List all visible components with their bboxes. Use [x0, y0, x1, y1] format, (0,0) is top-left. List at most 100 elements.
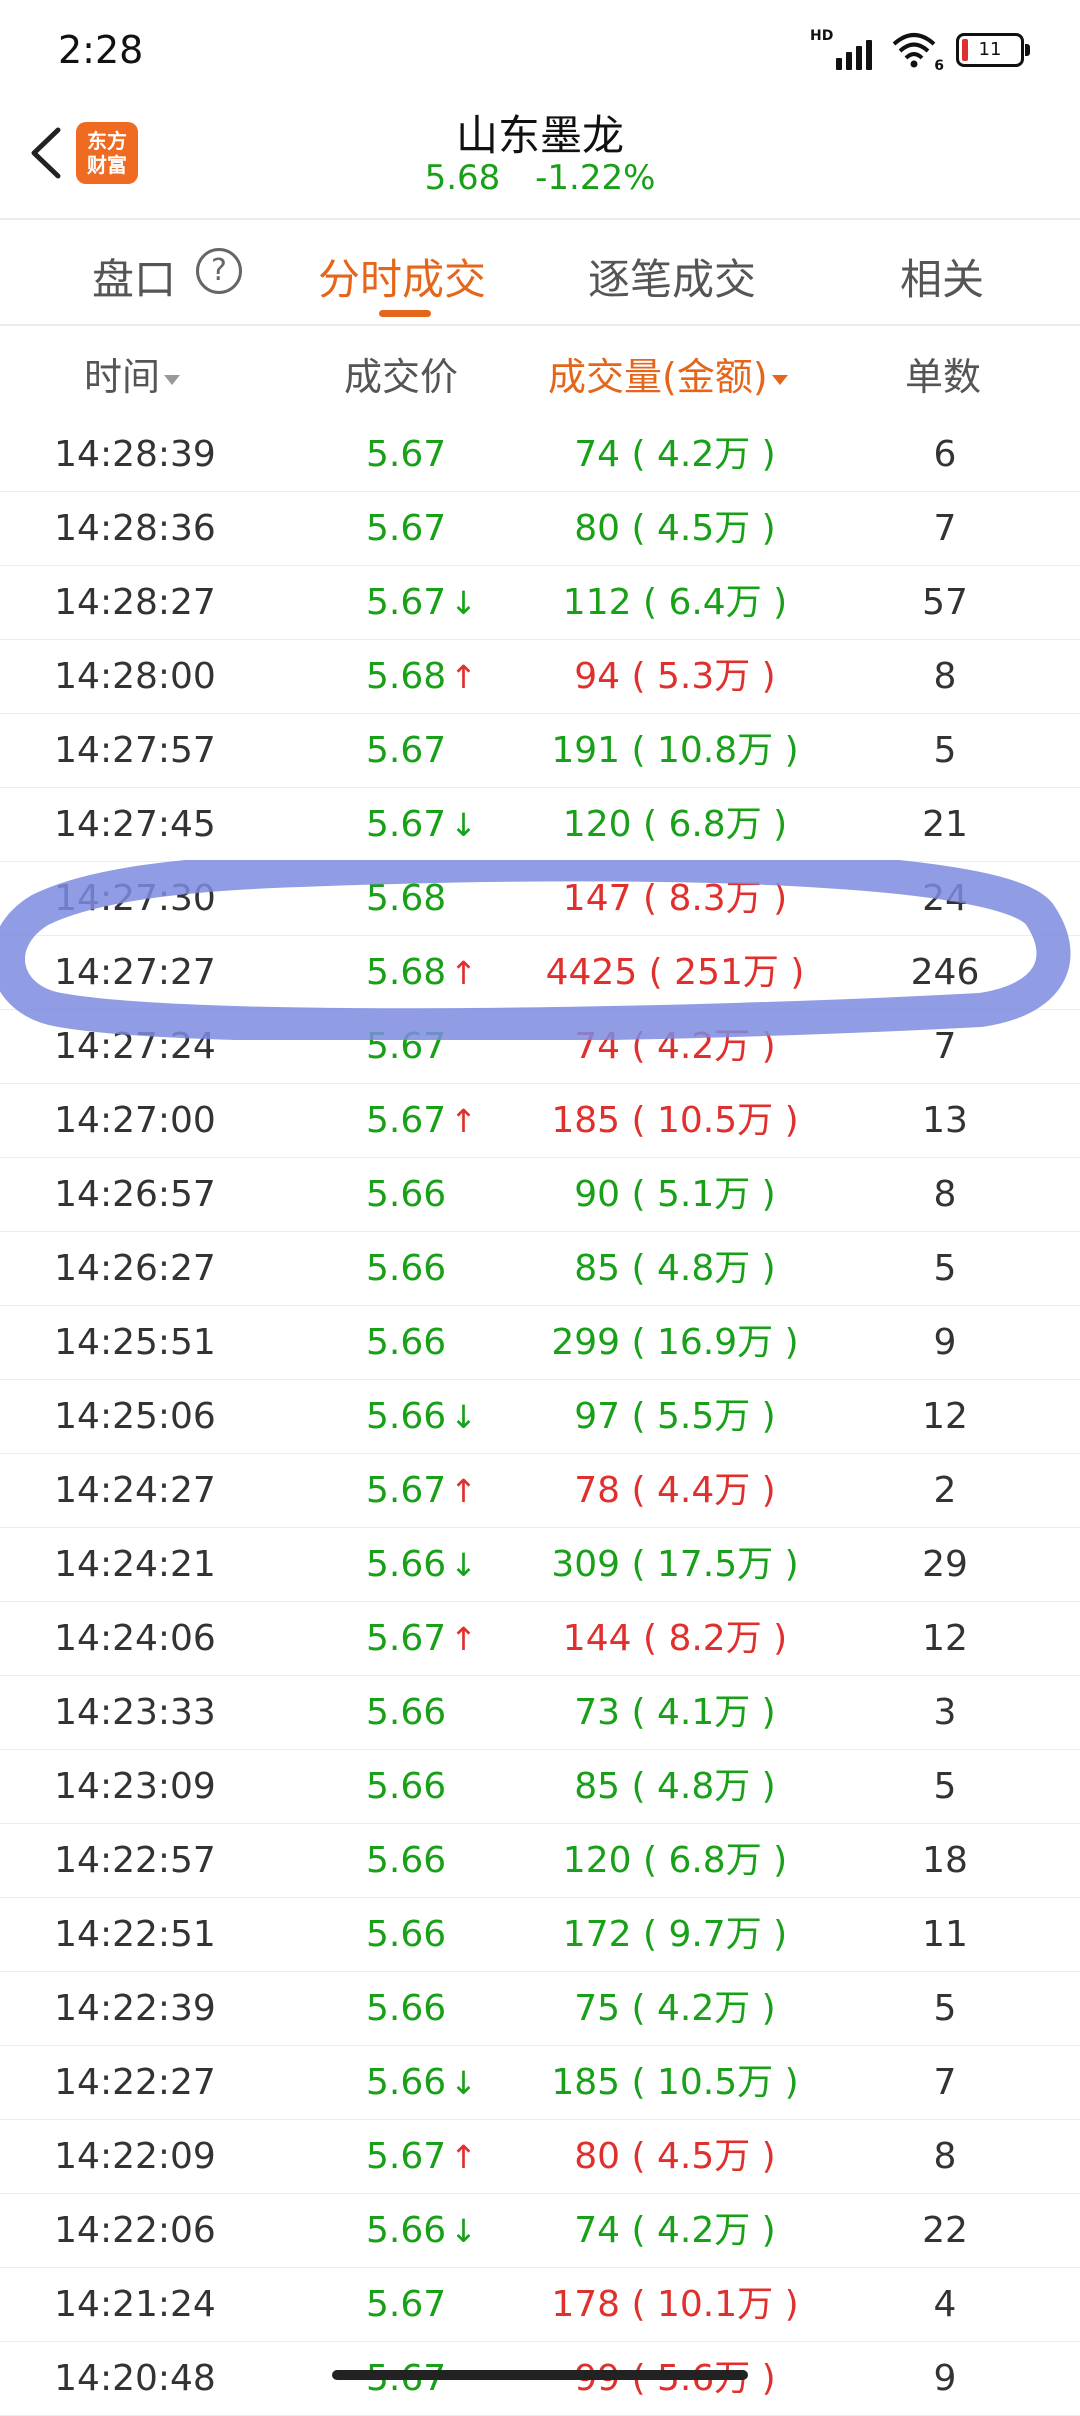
trade-volume: 120 ( 6.8万 ) — [562, 1840, 788, 1881]
wifi-icon: 6 — [890, 30, 944, 74]
col-volume[interactable]: 成交量(金额) — [548, 346, 788, 401]
home-indicator[interactable] — [332, 2370, 748, 2380]
trade-count: 5 — [933, 730, 957, 771]
trade-price-value: 5.67 — [366, 434, 447, 475]
trade-volume: 185 ( 10.5万 ) — [551, 2062, 799, 2103]
trade-price-value: 5.66 — [366, 1766, 447, 1807]
trade-volume: 74 ( 4.2万 ) — [574, 1026, 776, 1067]
sort-caret-icon — [164, 374, 181, 385]
arrow-down-icon: ↓ — [450, 1546, 477, 1584]
trade-count: 9 — [933, 2358, 957, 2399]
trade-count: 8 — [933, 1174, 957, 1215]
trade-price-value: 5.67 — [366, 582, 447, 623]
table-row[interactable]: 14:22:06 5.66 ↓ 74 ( 4.2万 ) 22 — [0, 2194, 1080, 2268]
trade-price: 5.66 ↓ — [330, 1528, 480, 1601]
trade-time: 14:27:27 — [54, 952, 216, 993]
sort-desc-icon — [771, 374, 788, 385]
trade-time: 14:22:57 — [54, 1840, 216, 1881]
arrow-down-icon: ↓ — [450, 584, 477, 622]
trade-price: 5.67 — [330, 2268, 480, 2341]
trade-volume: 144 ( 8.2万 ) — [562, 1618, 788, 1659]
trade-volume: 74 ( 4.2万 ) — [574, 434, 776, 475]
trade-price: 5.68 ↑ — [330, 640, 480, 713]
table-row[interactable]: 14:27:24 5.67 74 ( 4.2万 ) 7 — [0, 1010, 1080, 1084]
trade-time: 14:22:06 — [54, 2210, 216, 2251]
arrow-down-icon: ↓ — [450, 806, 477, 844]
trade-volume: 309 ( 17.5万 ) — [551, 1544, 799, 1585]
table-row[interactable]: 14:28:00 5.68 ↑ 94 ( 5.3万 ) 8 — [0, 640, 1080, 714]
table-row[interactable]: 14:21:24 5.67 178 ( 10.1万 ) 4 — [0, 2268, 1080, 2342]
trade-volume: 185 ( 10.5万 ) — [551, 1100, 799, 1141]
trade-time: 14:28:39 — [54, 434, 216, 475]
trade-price-value: 5.68 — [366, 878, 447, 919]
table-row[interactable]: 14:26:27 5.66 85 ( 4.8万 ) 5 — [0, 1232, 1080, 1306]
table-row[interactable]: 14:28:36 5.67 80 ( 4.5万 ) 7 — [0, 492, 1080, 566]
trade-price-value: 5.67 — [366, 1618, 447, 1659]
table-row[interactable]: 14:26:57 5.66 90 ( 5.1万 ) 8 — [0, 1158, 1080, 1232]
trade-price: 5.67 ↑ — [330, 1602, 480, 1675]
trade-time: 14:27:45 — [54, 804, 216, 845]
trade-price-value: 5.66 — [366, 1840, 447, 1881]
trade-price: 5.67 — [330, 1010, 480, 1083]
table-row[interactable]: 14:22:39 5.66 75 ( 4.2万 ) 5 — [0, 1972, 1080, 2046]
trade-price-value: 5.68 — [366, 656, 447, 697]
trade-price: 5.66 ↓ — [330, 1380, 480, 1453]
table-row[interactable]: 14:24:21 5.66 ↓ 309 ( 17.5万 ) 29 — [0, 1528, 1080, 1602]
trade-time: 14:27:00 — [54, 1100, 216, 1141]
table-row[interactable]: 14:27:30 5.68 147 ( 8.3万 ) 24 — [0, 862, 1080, 936]
trade-count: 11 — [922, 1914, 968, 1955]
trade-price: 5.66 — [330, 1676, 480, 1749]
help-icon[interactable]: ? — [196, 248, 242, 294]
tab-pankou[interactable]: 盘口 — [92, 246, 176, 307]
table-row[interactable]: 14:27:27 5.68 ↑ 4425 ( 251万 ) 246 — [0, 936, 1080, 1010]
table-row[interactable]: 14:23:09 5.66 85 ( 4.8万 ) 5 — [0, 1750, 1080, 1824]
table-row[interactable]: 14:23:33 5.66 73 ( 4.1万 ) 3 — [0, 1676, 1080, 1750]
trade-count: 5 — [933, 1766, 957, 1807]
trade-count: 2 — [933, 1470, 957, 1511]
table-row[interactable]: 14:28:27 5.67 ↓ 112 ( 6.4万 ) 57 — [0, 566, 1080, 640]
trade-count: 18 — [922, 1840, 968, 1881]
trade-volume: 147 ( 8.3万 ) — [562, 878, 788, 919]
arrow-up-icon: ↑ — [450, 1620, 477, 1658]
trade-volume: 80 ( 4.5万 ) — [574, 508, 776, 549]
trade-count: 3 — [933, 1692, 957, 1733]
trade-price: 5.66 ↓ — [330, 2046, 480, 2119]
col-time-label: 时间 — [84, 355, 161, 399]
table-row[interactable]: 14:28:39 5.67 74 ( 4.2万 ) 6 — [0, 418, 1080, 492]
table-row[interactable]: 14:24:06 5.67 ↑ 144 ( 8.2万 ) 12 — [0, 1602, 1080, 1676]
trade-price: 5.66 — [330, 1898, 480, 1971]
col-time[interactable]: 时间 — [84, 346, 181, 401]
table-row[interactable]: 14:24:27 5.67 ↑ 78 ( 4.4万 ) 2 — [0, 1454, 1080, 1528]
trade-count: 6 — [933, 434, 957, 475]
table-row[interactable]: 14:22:57 5.66 120 ( 6.8万 ) 18 — [0, 1824, 1080, 1898]
trade-time: 14:22:09 — [54, 2136, 216, 2177]
table-row[interactable]: 14:22:09 5.67 ↑ 80 ( 4.5万 ) 8 — [0, 2120, 1080, 2194]
table-row[interactable]: 14:27:45 5.67 ↓ 120 ( 6.8万 ) 21 — [0, 788, 1080, 862]
table-row[interactable]: 14:22:51 5.66 172 ( 9.7万 ) 11 — [0, 1898, 1080, 1972]
trade-list[interactable]: 14:28:39 5.67 74 ( 4.2万 ) 6 14:28:36 5.67 80 (… — [0, 418, 1080, 2416]
trade-count: 4 — [933, 2284, 957, 2325]
trade-price-value: 5.67 — [366, 508, 447, 549]
trade-volume: 90 ( 5.1万 ) — [574, 1174, 776, 1215]
trade-time: 14:26:57 — [54, 1174, 216, 1215]
trade-time: 14:27:30 — [54, 878, 216, 919]
tab-xiangguan[interactable]: 相关 — [900, 246, 984, 307]
table-row[interactable]: 14:25:06 5.66 ↓ 97 ( 5.5万 ) 12 — [0, 1380, 1080, 1454]
trade-volume: 75 ( 4.2万 ) — [574, 1988, 776, 2029]
trade-volume: 73 ( 4.1万 ) — [574, 1692, 776, 1733]
trade-volume: 80 ( 4.5万 ) — [574, 2136, 776, 2177]
trade-price-value: 5.66 — [366, 2210, 447, 2251]
trade-price: 5.67 ↑ — [330, 2120, 480, 2193]
trade-time: 14:22:39 — [54, 1988, 216, 2029]
table-row[interactable]: 14:22:27 5.66 ↓ 185 ( 10.5万 ) 7 — [0, 2046, 1080, 2120]
tab-fenshi-chengjiao[interactable]: 分时成交 — [318, 246, 486, 307]
active-tab-indicator — [379, 310, 431, 317]
table-row[interactable]: 14:27:57 5.67 191 ( 10.8万 ) 5 — [0, 714, 1080, 788]
table-row[interactable]: 14:25:51 5.66 299 ( 16.9万 ) 9 — [0, 1306, 1080, 1380]
table-row[interactable]: 14:27:00 5.67 ↑ 185 ( 10.5万 ) 13 — [0, 1084, 1080, 1158]
trade-price-value: 5.67 — [366, 730, 447, 771]
hd-label: HD — [810, 28, 834, 44]
trade-count: 7 — [933, 1026, 957, 1067]
trade-volume: 299 ( 16.9万 ) — [551, 1322, 799, 1363]
tab-zhubi-chengjiao[interactable]: 逐笔成交 — [588, 246, 756, 307]
